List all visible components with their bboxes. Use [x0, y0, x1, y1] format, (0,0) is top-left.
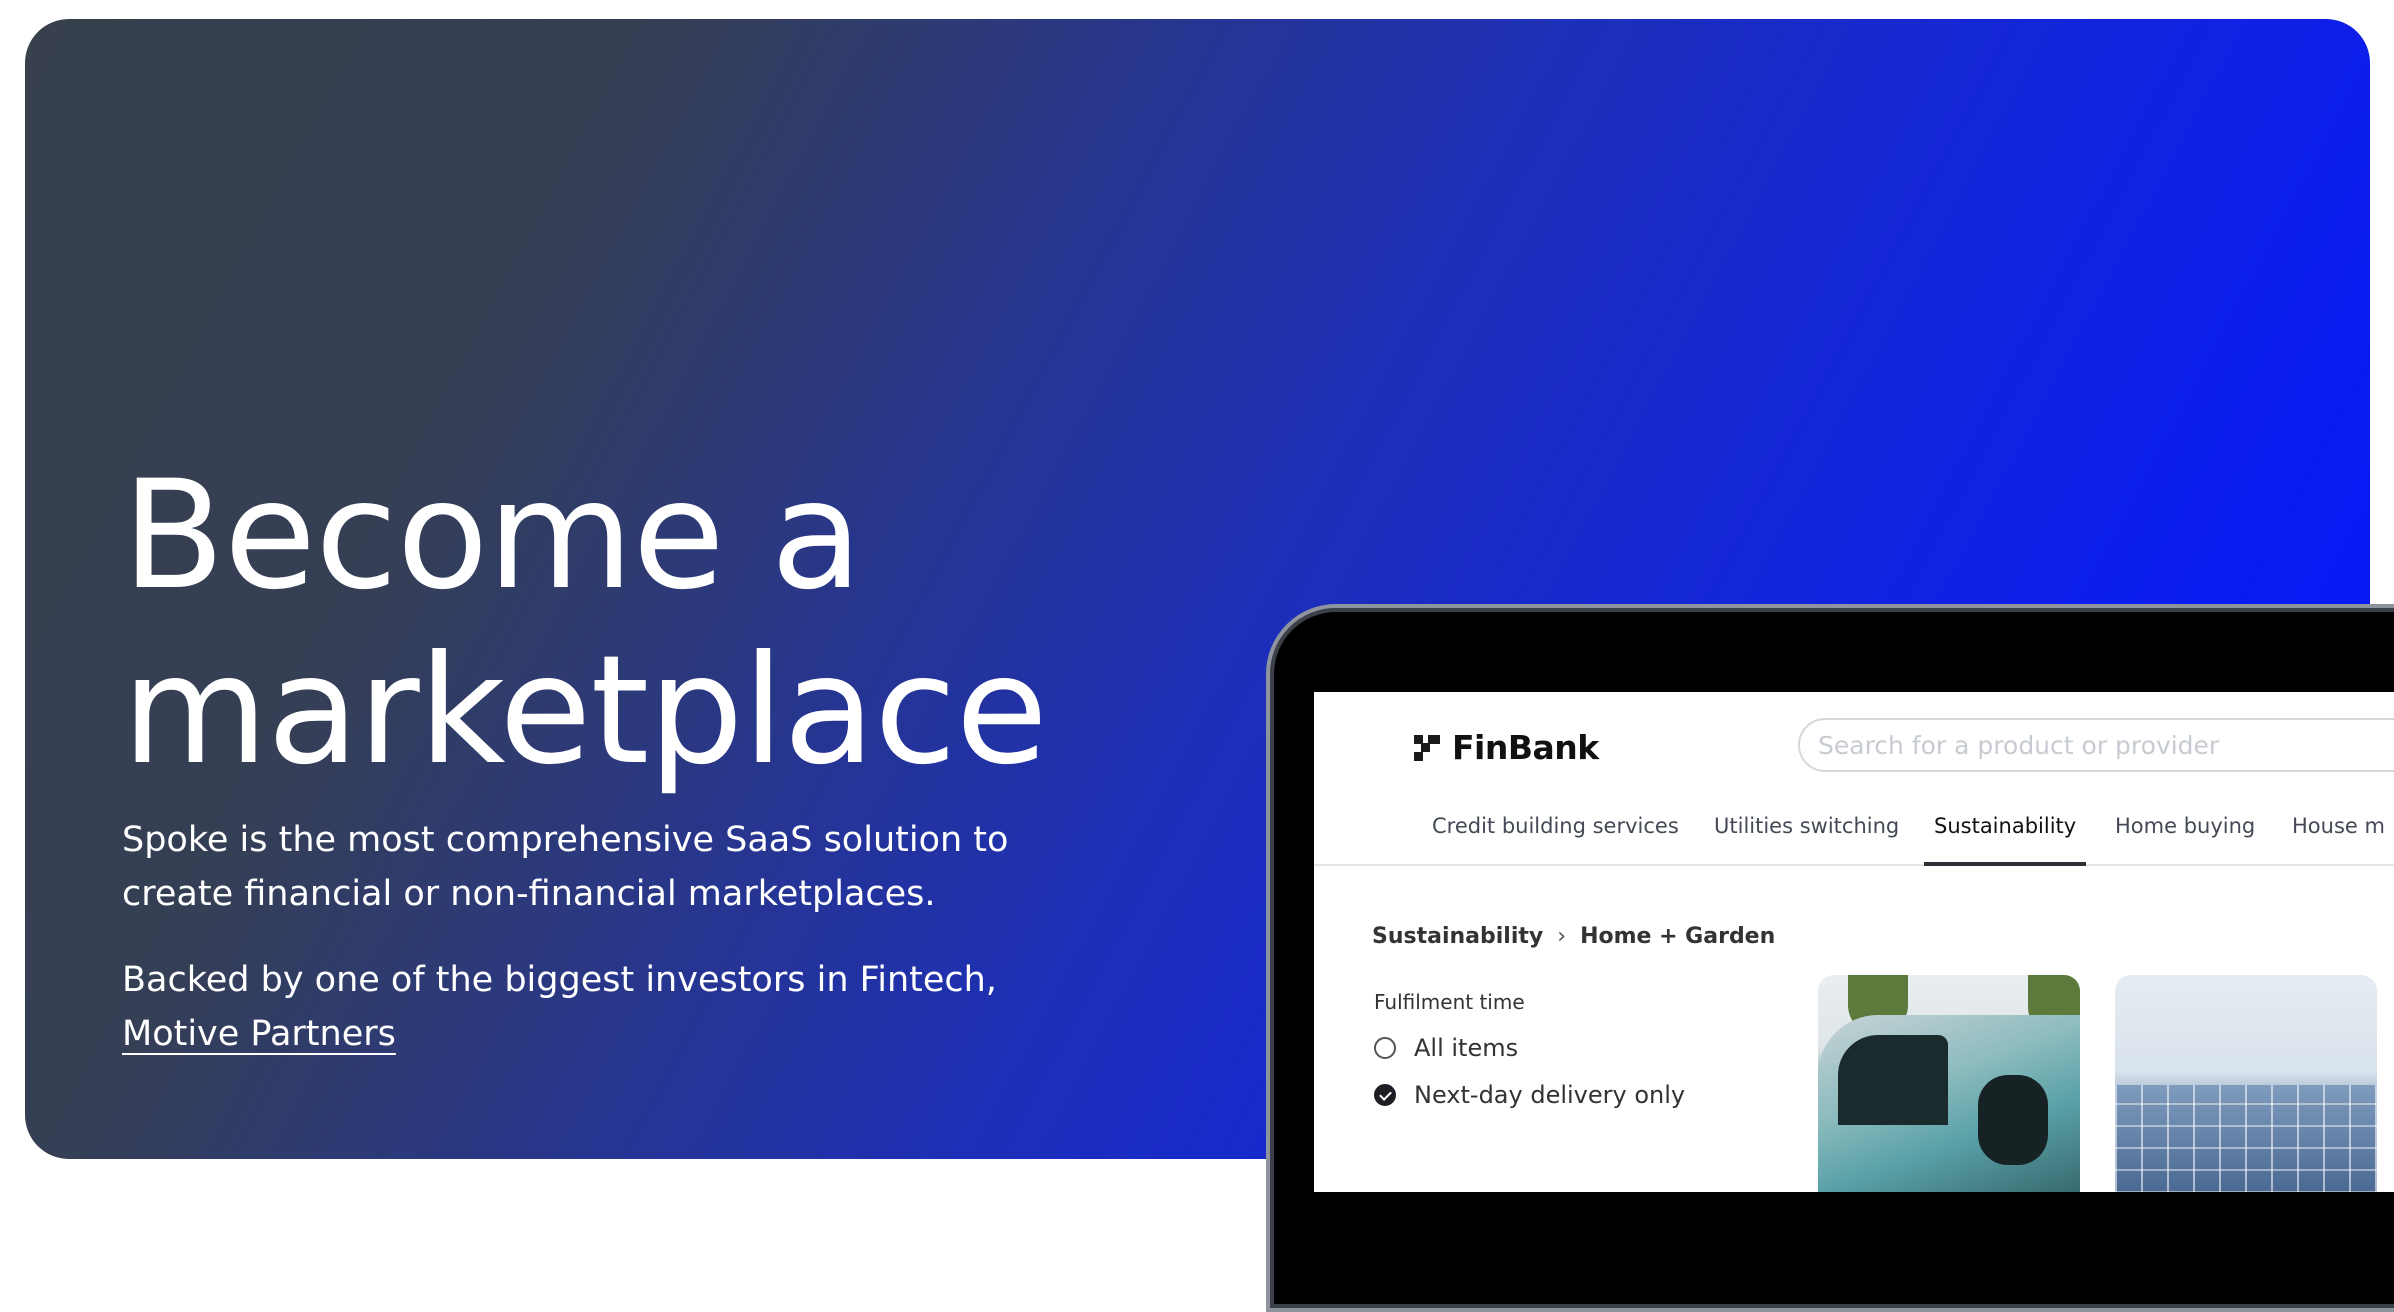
- search-input[interactable]: [1798, 718, 2394, 772]
- product-card-ev-charger[interactable]: [1818, 975, 2080, 1192]
- headline-line-2: marketplace: [122, 624, 1048, 798]
- radio-unchecked-icon[interactable]: [1374, 1037, 1396, 1059]
- backed-prefix: Backed by one of the biggest investors i…: [122, 960, 997, 1000]
- product-card-solar-panels[interactable]: [2115, 975, 2377, 1192]
- finbank-logo[interactable]: FinBank: [1414, 728, 1599, 767]
- radio-checked-icon[interactable]: [1374, 1084, 1396, 1106]
- tab-home-buying[interactable]: Home buying: [2115, 800, 2255, 862]
- radio-label: Next-day delivery only: [1414, 1081, 1686, 1109]
- app-screen: FinBank Credit building services Utiliti…: [1314, 692, 2394, 1192]
- filter-title: Fulfilment time: [1374, 990, 1525, 1014]
- tab-utilities-switching[interactable]: Utilities switching: [1714, 800, 1899, 862]
- backed-by-text: Backed by one of the biggest investors i…: [122, 953, 1062, 1061]
- breadcrumb-sustainability[interactable]: Sustainability: [1372, 924, 1543, 949]
- tab-house-m[interactable]: House m: [2292, 800, 2385, 862]
- tab-credit-building-services[interactable]: Credit building services: [1432, 800, 1679, 862]
- finbank-logo-icon: [1414, 734, 1440, 761]
- solar-panel-image: [2115, 1085, 2377, 1192]
- headline-line-1: Become a: [122, 449, 862, 623]
- breadcrumb: Sustainability › Home + Garden: [1372, 924, 1775, 949]
- hero-description: Spoke is the most comprehensive SaaS sol…: [122, 820, 1009, 914]
- radio-label: All items: [1414, 1034, 1519, 1062]
- brand-name: FinBank: [1452, 728, 1599, 767]
- radio-all-items[interactable]: All items: [1374, 1034, 1518, 1062]
- category-tabs: Credit building services Utilities switc…: [1314, 800, 2394, 866]
- tab-sustainability[interactable]: Sustainability: [1924, 800, 2087, 866]
- breadcrumb-home-garden[interactable]: Home + Garden: [1580, 924, 1775, 949]
- radio-next-day-delivery[interactable]: Next-day delivery only: [1374, 1081, 1685, 1109]
- app-topbar: FinBank: [1314, 692, 2394, 776]
- hero-headline: Become a marketplace: [122, 449, 1222, 799]
- chevron-right-icon: ›: [1557, 924, 1567, 949]
- motive-partners-link[interactable]: Motive Partners: [122, 1014, 396, 1054]
